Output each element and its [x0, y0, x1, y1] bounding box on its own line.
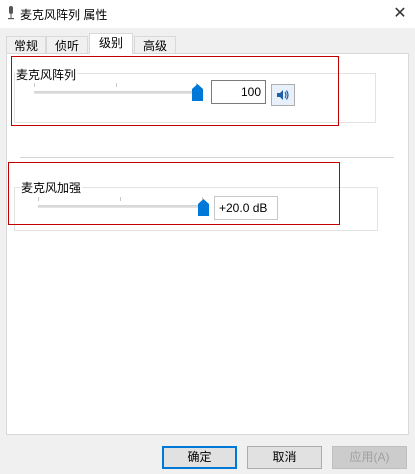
- tab-advanced[interactable]: 高级: [134, 36, 176, 54]
- close-icon: ✕: [393, 5, 407, 22]
- title-bar: 麦克风阵列 属性 ✕: [0, 0, 415, 28]
- tab-general[interactable]: 常规: [6, 36, 46, 54]
- ok-button-label: 确定: [187, 450, 212, 464]
- microphone-icon: [8, 6, 14, 20]
- tab-listen-label: 侦听: [54, 39, 79, 53]
- close-button[interactable]: ✕: [385, 0, 415, 26]
- apply-button[interactable]: 应用(A): [332, 446, 407, 469]
- window-title: 麦克风阵列 属性: [20, 8, 108, 22]
- tab-general-label: 常规: [13, 39, 38, 53]
- tab-levels[interactable]: 级别: [89, 33, 133, 54]
- cancel-button[interactable]: 取消: [247, 446, 322, 469]
- tab-listen[interactable]: 侦听: [46, 36, 88, 54]
- apply-button-label: 应用(A): [349, 450, 390, 464]
- mic-boost-highlight-frame: [8, 162, 340, 225]
- mic-array-highlight-frame: [11, 56, 339, 126]
- tab-advanced-label: 高级: [142, 39, 167, 53]
- ok-button[interactable]: 确定: [162, 446, 237, 469]
- cancel-button-label: 取消: [272, 450, 297, 464]
- section-divider: [20, 157, 394, 158]
- tab-levels-label: 级别: [98, 36, 123, 50]
